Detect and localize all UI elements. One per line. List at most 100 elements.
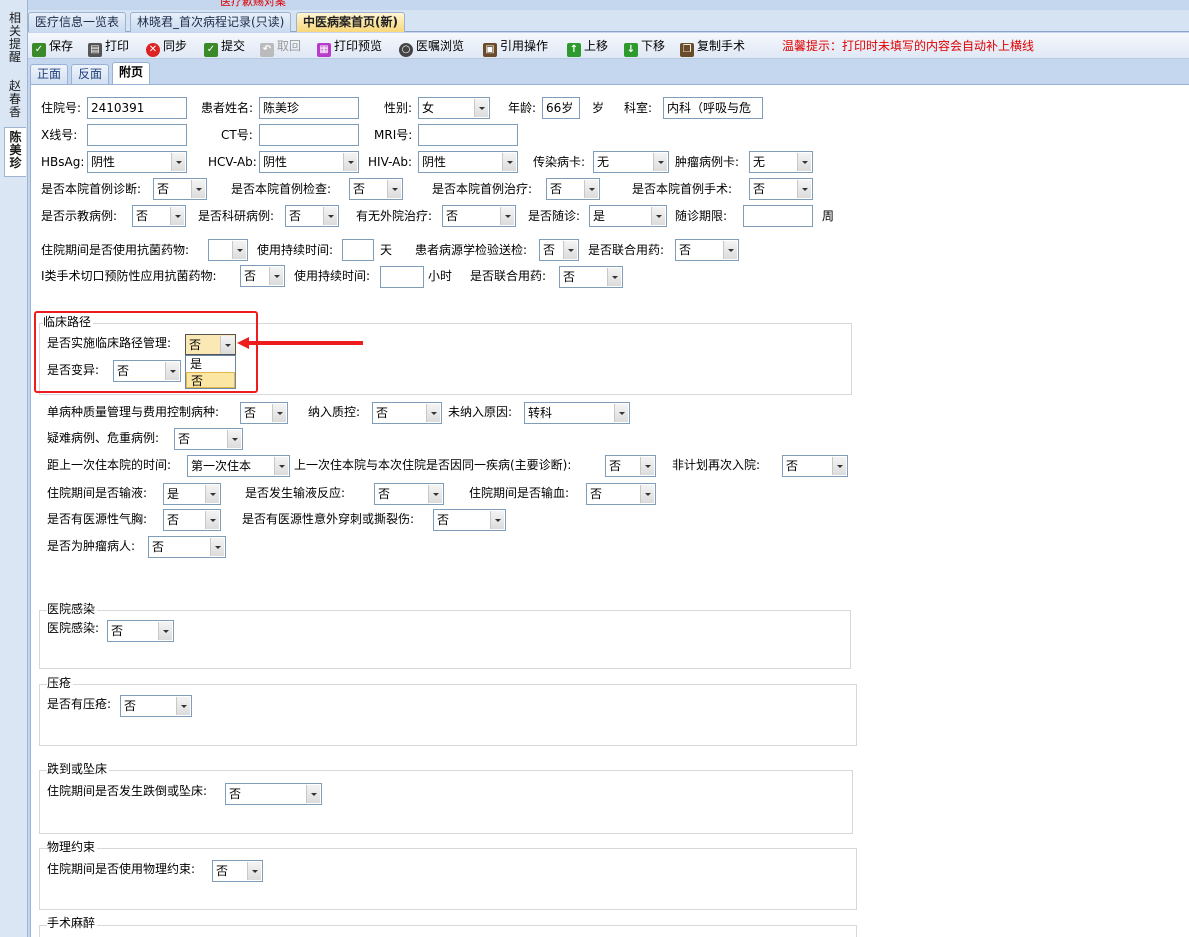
unplanned-select[interactable]: 否 (782, 455, 848, 477)
tab-front[interactable]: 正面 (30, 64, 69, 84)
printer-icon: ▤ (88, 43, 102, 57)
dept-field[interactable]: 内科（呼吸与危 (663, 97, 763, 119)
first-treat-value: 否 (550, 182, 563, 196)
submit-button[interactable]: ✓ 提交 (204, 37, 246, 57)
chevron-down-icon (797, 180, 811, 198)
print-label: 打印 (105, 39, 130, 53)
side-tab-reminder[interactable]: 相关提醒 (5, 12, 25, 64)
outside-select[interactable]: 否 (442, 205, 516, 227)
first-exam-select[interactable]: 否 (349, 178, 403, 200)
combined-select[interactable]: 否 (675, 239, 739, 261)
hbsag-label: HBsAg: (41, 155, 85, 169)
last-time-select[interactable]: 第一次住本 (187, 455, 290, 477)
withdraw-button[interactable]: ↶ 取回 (260, 37, 301, 57)
hbsag-select[interactable]: 阴性 (87, 151, 187, 173)
single-disease-select[interactable]: 否 (240, 402, 288, 424)
chevron-down-icon (323, 207, 337, 225)
chevron-down-icon (387, 180, 401, 198)
chevron-down-icon (269, 267, 283, 285)
ct-label: CT号: (221, 128, 253, 142)
fall-select[interactable]: 否 (225, 783, 322, 805)
tab-back[interactable]: 反面 (71, 64, 110, 84)
tab-appendix[interactable]: 附页 (112, 62, 151, 84)
duration2-field[interactable] (380, 266, 424, 288)
teach-value: 否 (136, 209, 149, 223)
fall-value: 否 (229, 787, 242, 801)
first-treat-select[interactable]: 否 (546, 178, 600, 200)
infusion-value: 是 (167, 487, 180, 501)
infusion-select[interactable]: 是 (163, 483, 221, 505)
submit-label: 提交 (221, 39, 246, 53)
side-tab-patient-zhao[interactable]: 赵春香 (5, 80, 25, 119)
research-select[interactable]: 否 (285, 205, 339, 227)
print-button[interactable]: ▤ 打印 (88, 37, 130, 57)
antibiotic-select[interactable] (208, 239, 248, 261)
age-field[interactable]: 66岁 (542, 97, 580, 119)
chevron-down-icon (607, 268, 621, 286)
pneumothorax-label: 是否有医源性气胸: (47, 512, 148, 526)
tab-medical-info-list[interactable]: 医疗信息一览表 (28, 12, 127, 32)
anesthesia-title: 手术麻醉 (47, 915, 98, 931)
side-tab-patient-chen[interactable]: 陈美珍 (4, 127, 26, 177)
cite-icon: ▣ (483, 43, 497, 57)
same-disease-select[interactable]: 否 (605, 455, 656, 477)
pneumothorax-select[interactable]: 否 (163, 509, 221, 531)
tab-tcm-record-front[interactable]: 中医病案首页(新) (296, 12, 405, 32)
patient-name-field[interactable]: 陈美珍 (259, 97, 359, 119)
print-preview-button[interactable]: ▦ 打印预览 (317, 37, 382, 57)
pressure-select[interactable]: 否 (120, 695, 192, 717)
first-surg-select[interactable]: 否 (749, 178, 813, 200)
hiv-select[interactable]: 阴性 (418, 151, 518, 173)
sync-button[interactable]: ✕ 同步 (146, 37, 187, 57)
reason-select[interactable]: 转科 (524, 402, 630, 424)
admission-no-field[interactable]: 2410391 (87, 97, 187, 119)
restraint-select[interactable]: 否 (212, 860, 263, 882)
transfusion-select[interactable]: 否 (586, 483, 656, 505)
reaction-select[interactable]: 否 (374, 483, 444, 505)
chevron-down-icon (274, 457, 288, 475)
included-label: 纳入质控: (308, 405, 361, 419)
included-select[interactable]: 否 (372, 402, 442, 424)
combined2-select[interactable]: 否 (559, 266, 623, 288)
fall-label: 住院期间是否发生跌倒或坠床: (47, 784, 208, 798)
sex-select[interactable]: 女 (418, 97, 490, 119)
copy-surgery-button[interactable]: ❐ 复制手术 (680, 37, 745, 57)
class1-select[interactable]: 否 (240, 265, 285, 287)
withdraw-icon: ↶ (260, 43, 274, 57)
chevron-down-icon (306, 785, 320, 803)
teach-select[interactable]: 否 (132, 205, 186, 227)
hbsag-value: 阴性 (91, 155, 116, 169)
duration-field[interactable] (342, 239, 374, 261)
chevron-down-icon (653, 153, 667, 171)
infection-select[interactable]: 否 (107, 620, 174, 642)
duration-unit-hour: 小时 (428, 269, 453, 283)
chevron-down-icon (502, 153, 516, 171)
reason-label: 未纳入原因: (448, 405, 513, 419)
first-diag-select[interactable]: 否 (153, 178, 207, 200)
tab-first-progress-note[interactable]: 林晓君_首次病程记录(只读) (130, 12, 292, 32)
save-button[interactable]: ✓ 保存 (32, 37, 73, 57)
mri-field[interactable] (418, 124, 518, 146)
same-disease-label: 上一次住本院与本次住院是否因同一疾病(主要诊断): (294, 458, 572, 472)
move-down-button[interactable]: ↓ 下移 (624, 37, 665, 57)
puncture-select[interactable]: 否 (433, 509, 506, 531)
infect-card-select[interactable]: 无 (593, 151, 669, 173)
difficult-case-select[interactable]: 否 (174, 428, 243, 450)
last-time-value: 第一次住本 (191, 459, 252, 473)
followup-period-field[interactable] (743, 205, 813, 227)
ct-field[interactable] (259, 124, 359, 146)
move-up-button[interactable]: ↑ 上移 (567, 37, 608, 57)
outside-value: 否 (446, 209, 459, 223)
chevron-down-icon (171, 153, 185, 171)
tumor-card-select[interactable]: 无 (749, 151, 813, 173)
hcv-select[interactable]: 阴性 (259, 151, 359, 173)
age-label: 年龄: (508, 101, 537, 115)
pathogen-select[interactable]: 否 (539, 239, 579, 261)
followup-select[interactable]: 是 (589, 205, 667, 227)
combined2-value: 否 (563, 270, 576, 284)
tumor-patient-select[interactable]: 否 (148, 536, 226, 558)
xray-field[interactable] (87, 124, 187, 146)
cite-button[interactable]: ▣ 引用操作 (483, 37, 548, 57)
order-browse-button[interactable]: ○ 医嘱浏览 (399, 37, 464, 57)
fall-title: 跌到或坠床 (47, 761, 110, 777)
